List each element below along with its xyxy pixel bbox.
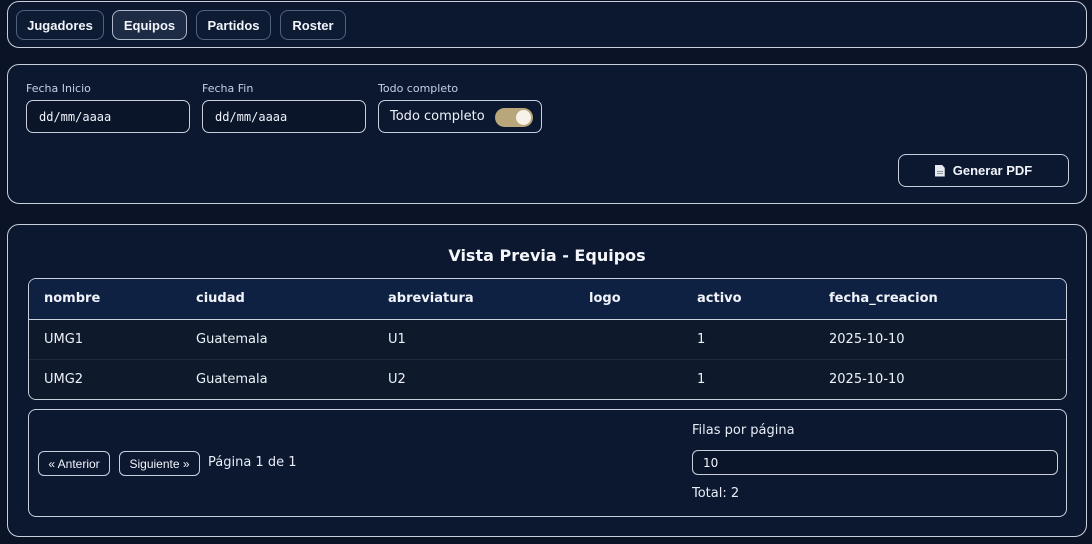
- tabs-bar: Jugadores Equipos Partidos Roster: [7, 1, 1087, 48]
- rows-per-page-input[interactable]: 10: [692, 450, 1058, 475]
- tab-partidos[interactable]: Partidos: [196, 10, 271, 40]
- all-toggle-label: Todo completo: [378, 82, 459, 95]
- column-header-ciudad: ciudad: [196, 279, 388, 320]
- all-toggle-field[interactable]: Todo completo: [378, 100, 542, 133]
- cell-activo: 1: [697, 331, 706, 347]
- cell-logo: [589, 358, 697, 399]
- table-row: UMG2 Guatemala U2 1 2025-10-10: [29, 358, 1066, 399]
- start-date-input[interactable]: dd/mm/aaaa: [26, 100, 190, 133]
- generate-pdf-label: Generar PDF: [952, 163, 1033, 178]
- cell-nombre: UMG2: [29, 358, 196, 399]
- next-page-button[interactable]: Siguiente »: [119, 451, 200, 476]
- filters-panel: Fecha Inicio dd/mm/aaaa Fecha Fin dd/mm/…: [7, 64, 1087, 204]
- preview-panel: Vista Previa - Equipos nombre ciudad abr…: [7, 224, 1087, 537]
- cell-fecha-creacion: 2025-10-10: [829, 331, 905, 347]
- cell-ciudad: Guatemala: [196, 331, 268, 347]
- all-toggle-switch[interactable]: [495, 108, 533, 127]
- cell-abreviatura: U2: [388, 358, 589, 399]
- start-date-label: Fecha Inicio: [26, 82, 91, 95]
- column-header-fecha-creacion: fecha_creacion: [829, 279, 1066, 320]
- all-toggle-text: Todo completo: [390, 109, 485, 124]
- cell-fecha-creacion: 2025-10-10: [829, 358, 1066, 399]
- cell-logo: [589, 319, 697, 359]
- document-icon: [934, 164, 945, 177]
- switch-knob: [516, 110, 531, 125]
- rows-per-page-label: Filas por página: [692, 423, 795, 438]
- pagination-panel: « Anterior Siguiente » Página 1 de 1 Fil…: [28, 409, 1067, 517]
- tab-roster[interactable]: Roster: [280, 10, 346, 40]
- table-header-row: nombre ciudad abreviatura logo activo fe…: [29, 279, 1066, 320]
- previous-page-button[interactable]: « Anterior: [38, 451, 110, 476]
- cell-activo: 1: [697, 358, 829, 399]
- cell-abreviatura: U1: [388, 331, 406, 347]
- end-date-input[interactable]: dd/mm/aaaa: [202, 100, 366, 133]
- end-date-label: Fecha Fin: [202, 82, 254, 95]
- column-header-abreviatura: abreviatura: [388, 279, 589, 320]
- table-row: UMG1 Guatemala U1 1 2025-10-10: [29, 319, 1066, 359]
- cell-nombre: UMG1: [44, 331, 84, 347]
- tab-equipos[interactable]: Equipos: [112, 10, 187, 40]
- preview-title: Vista Previa - Equipos: [448, 246, 646, 265]
- generate-pdf-button[interactable]: Generar PDF: [898, 154, 1069, 187]
- column-header-logo: logo: [589, 279, 697, 320]
- column-header-activo: activo: [697, 279, 829, 320]
- cell-ciudad: Guatemala: [196, 358, 388, 399]
- page-info: Página 1 de 1: [208, 455, 297, 470]
- total-count: Total: 2: [692, 486, 740, 501]
- preview-table: nombre ciudad abreviatura logo activo fe…: [28, 278, 1067, 400]
- column-header-nombre: nombre: [29, 279, 196, 320]
- tab-jugadores[interactable]: Jugadores: [16, 10, 104, 40]
